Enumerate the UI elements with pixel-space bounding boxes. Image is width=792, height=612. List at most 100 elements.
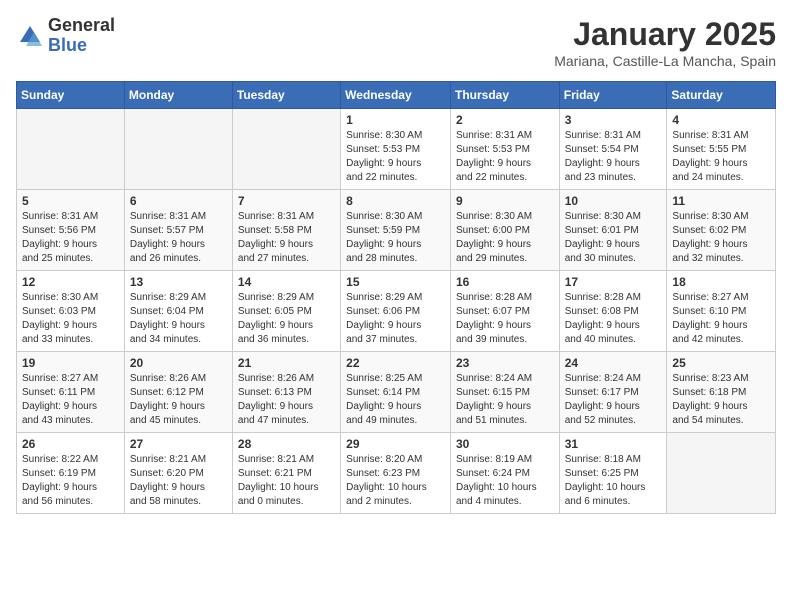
- day-number: 14: [238, 275, 335, 289]
- day-number: 25: [672, 356, 770, 370]
- day-info: Sunrise: 8:28 AM Sunset: 6:08 PM Dayligh…: [565, 291, 662, 347]
- day-cell: [124, 109, 232, 190]
- day-number: 22: [346, 356, 445, 370]
- day-info: Sunrise: 8:30 AM Sunset: 6:00 PM Dayligh…: [456, 210, 554, 266]
- column-header-thursday: Thursday: [450, 82, 559, 109]
- day-number: 29: [346, 437, 445, 451]
- day-info: Sunrise: 8:31 AM Sunset: 5:55 PM Dayligh…: [672, 129, 770, 185]
- day-cell: 24 Sunrise: 8:24 AM Sunset: 6:17 PM Dayli…: [559, 352, 667, 433]
- day-cell: 20Sunrise: 8:26 AM Sunset: 6:12 PM Dayli…: [124, 352, 232, 433]
- day-cell: 19 Sunrise: 8:27 AM Sunset: 6:11 PM Dayli…: [17, 352, 125, 433]
- day-info: Sunrise: 8:19 AM Sunset: 6:24 PM Dayligh…: [456, 453, 554, 509]
- day-cell: 17 Sunrise: 8:28 AM Sunset: 6:08 PM Dayli…: [559, 271, 667, 352]
- day-info: Sunrise: 8:27 AM Sunset: 6:10 PM Dayligh…: [672, 291, 770, 347]
- day-cell: [667, 433, 776, 514]
- column-header-monday: Monday: [124, 82, 232, 109]
- calendar-header-row: SundayMondayTuesdayWednesdayThursdayFrid…: [17, 82, 776, 109]
- day-info: Sunrise: 8:31 AM Sunset: 5:57 PM Dayligh…: [130, 210, 227, 266]
- day-info: Sunrise: 8:30 AM Sunset: 6:02 PM Dayligh…: [672, 210, 770, 266]
- column-header-friday: Friday: [559, 82, 667, 109]
- day-cell: 21Sunrise: 8:26 AM Sunset: 6:13 PM Dayli…: [232, 352, 340, 433]
- day-cell: 8Sunrise: 8:30 AM Sunset: 5:59 PM Daylig…: [341, 190, 451, 271]
- day-info: Sunrise: 8:31 AM Sunset: 5:58 PM Dayligh…: [238, 210, 335, 266]
- day-cell: 2 Sunrise: 8:31 AM Sunset: 5:53 PM Daylig…: [450, 109, 559, 190]
- day-cell: 1Sunrise: 8:30 AM Sunset: 5:53 PM Daylig…: [341, 109, 451, 190]
- week-row-1: 1Sunrise: 8:30 AM Sunset: 5:53 PM Daylig…: [17, 109, 776, 190]
- logo-general-text: General: [48, 16, 115, 36]
- day-number: 30: [456, 437, 554, 451]
- week-row-4: 19 Sunrise: 8:27 AM Sunset: 6:11 PM Dayli…: [17, 352, 776, 433]
- day-cell: 6Sunrise: 8:31 AM Sunset: 5:57 PM Daylig…: [124, 190, 232, 271]
- day-info: Sunrise: 8:21 AM Sunset: 6:21 PM Dayligh…: [238, 453, 335, 509]
- day-info: Sunrise: 8:30 AM Sunset: 5:53 PM Dayligh…: [346, 129, 445, 185]
- day-number: 9: [456, 194, 554, 208]
- day-cell: 4 Sunrise: 8:31 AM Sunset: 5:55 PM Daylig…: [667, 109, 776, 190]
- day-info: Sunrise: 8:29 AM Sunset: 6:04 PM Dayligh…: [130, 291, 227, 347]
- day-number: 23: [456, 356, 554, 370]
- header: General Blue January 2025 Mariana, Casti…: [16, 16, 776, 69]
- month-title: January 2025: [554, 16, 776, 53]
- day-info: Sunrise: 8:20 AM Sunset: 6:23 PM Dayligh…: [346, 453, 445, 509]
- day-info: Sunrise: 8:18 AM Sunset: 6:25 PM Dayligh…: [565, 453, 662, 509]
- day-info: Sunrise: 8:30 AM Sunset: 6:03 PM Dayligh…: [22, 291, 119, 347]
- day-cell: 25 Sunrise: 8:23 AM Sunset: 6:18 PM Dayli…: [667, 352, 776, 433]
- day-info: Sunrise: 8:23 AM Sunset: 6:18 PM Dayligh…: [672, 372, 770, 428]
- day-cell: 29 Sunrise: 8:20 AM Sunset: 6:23 PM Dayli…: [341, 433, 451, 514]
- day-number: 10: [565, 194, 662, 208]
- day-cell: [232, 109, 340, 190]
- day-number: 4: [672, 113, 770, 127]
- column-header-wednesday: Wednesday: [341, 82, 451, 109]
- day-cell: 18 Sunrise: 8:27 AM Sunset: 6:10 PM Dayli…: [667, 271, 776, 352]
- logo: General Blue: [16, 16, 115, 56]
- day-info: Sunrise: 8:24 AM Sunset: 6:17 PM Dayligh…: [565, 372, 662, 428]
- day-cell: 22 Sunrise: 8:25 AM Sunset: 6:14 PM Dayli…: [341, 352, 451, 433]
- day-cell: 11 Sunrise: 8:30 AM Sunset: 6:02 PM Dayli…: [667, 190, 776, 271]
- location-title: Mariana, Castille-La Mancha, Spain: [554, 53, 776, 69]
- week-row-3: 12 Sunrise: 8:30 AM Sunset: 6:03 PM Dayli…: [17, 271, 776, 352]
- day-info: Sunrise: 8:27 AM Sunset: 6:11 PM Dayligh…: [22, 372, 119, 428]
- day-number: 2: [456, 113, 554, 127]
- day-number: 20: [130, 356, 227, 370]
- day-info: Sunrise: 8:29 AM Sunset: 6:06 PM Dayligh…: [346, 291, 445, 347]
- day-cell: 7Sunrise: 8:31 AM Sunset: 5:58 PM Daylig…: [232, 190, 340, 271]
- day-number: 27: [130, 437, 227, 451]
- calendar-table: SundayMondayTuesdayWednesdayThursdayFrid…: [16, 81, 776, 514]
- day-info: Sunrise: 8:31 AM Sunset: 5:56 PM Dayligh…: [22, 210, 119, 266]
- column-header-sunday: Sunday: [17, 82, 125, 109]
- day-number: 15: [346, 275, 445, 289]
- logo-blue-text: Blue: [48, 36, 115, 56]
- day-cell: 26Sunrise: 8:22 AM Sunset: 6:19 PM Dayli…: [17, 433, 125, 514]
- day-info: Sunrise: 8:24 AM Sunset: 6:15 PM Dayligh…: [456, 372, 554, 428]
- column-header-saturday: Saturday: [667, 82, 776, 109]
- logo-icon: [16, 22, 44, 50]
- day-cell: 9 Sunrise: 8:30 AM Sunset: 6:00 PM Daylig…: [450, 190, 559, 271]
- day-info: Sunrise: 8:26 AM Sunset: 6:13 PM Dayligh…: [238, 372, 335, 428]
- day-number: 18: [672, 275, 770, 289]
- day-cell: 15 Sunrise: 8:29 AM Sunset: 6:06 PM Dayli…: [341, 271, 451, 352]
- day-number: 11: [672, 194, 770, 208]
- logo-text: General Blue: [48, 16, 115, 56]
- page: General Blue January 2025 Mariana, Casti…: [0, 0, 792, 612]
- day-number: 28: [238, 437, 335, 451]
- day-cell: 28 Sunrise: 8:21 AM Sunset: 6:21 PM Dayli…: [232, 433, 340, 514]
- day-info: Sunrise: 8:25 AM Sunset: 6:14 PM Dayligh…: [346, 372, 445, 428]
- day-cell: 27 Sunrise: 8:21 AM Sunset: 6:20 PM Dayli…: [124, 433, 232, 514]
- day-number: 12: [22, 275, 119, 289]
- day-number: 19: [22, 356, 119, 370]
- day-info: Sunrise: 8:31 AM Sunset: 5:53 PM Dayligh…: [456, 129, 554, 185]
- day-cell: 5 Sunrise: 8:31 AM Sunset: 5:56 PM Daylig…: [17, 190, 125, 271]
- day-cell: 14Sunrise: 8:29 AM Sunset: 6:05 PM Dayli…: [232, 271, 340, 352]
- day-cell: 31 Sunrise: 8:18 AM Sunset: 6:25 PM Dayli…: [559, 433, 667, 514]
- day-number: 3: [565, 113, 662, 127]
- week-row-2: 5 Sunrise: 8:31 AM Sunset: 5:56 PM Daylig…: [17, 190, 776, 271]
- day-info: Sunrise: 8:28 AM Sunset: 6:07 PM Dayligh…: [456, 291, 554, 347]
- day-number: 31: [565, 437, 662, 451]
- day-number: 26: [22, 437, 119, 451]
- day-cell: 10Sunrise: 8:30 AM Sunset: 6:01 PM Dayli…: [559, 190, 667, 271]
- day-number: 5: [22, 194, 119, 208]
- day-info: Sunrise: 8:21 AM Sunset: 6:20 PM Dayligh…: [130, 453, 227, 509]
- day-number: 17: [565, 275, 662, 289]
- day-info: Sunrise: 8:30 AM Sunset: 5:59 PM Dayligh…: [346, 210, 445, 266]
- day-cell: 12 Sunrise: 8:30 AM Sunset: 6:03 PM Dayli…: [17, 271, 125, 352]
- day-number: 24: [565, 356, 662, 370]
